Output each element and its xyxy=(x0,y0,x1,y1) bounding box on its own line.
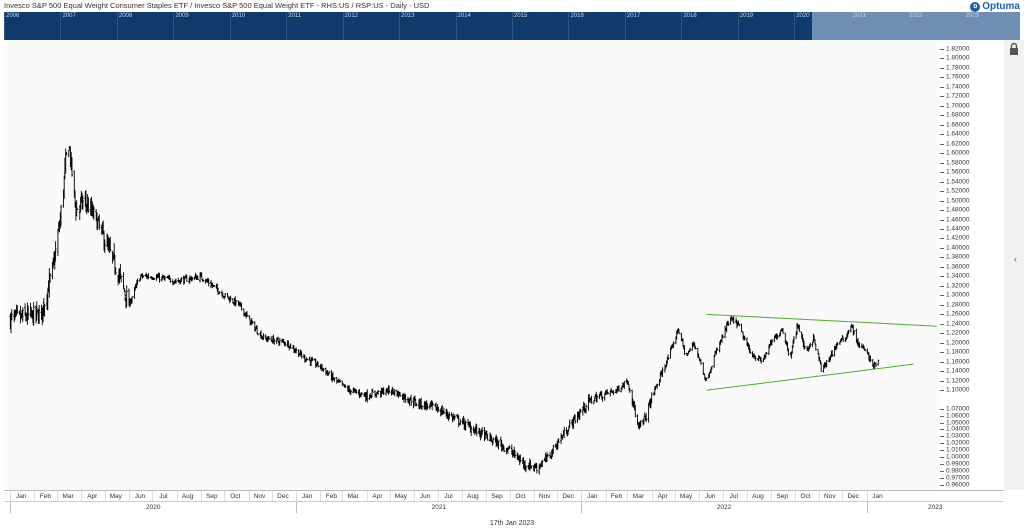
ohlc-bar xyxy=(877,360,879,366)
ohlc-bar xyxy=(257,334,259,336)
ohlc-bar xyxy=(123,272,125,289)
ohlc-bar xyxy=(713,355,715,368)
ohlc-bar xyxy=(814,339,816,343)
lower-trendline[interactable] xyxy=(706,364,913,390)
ohlc-bar xyxy=(684,345,686,355)
ohlc-bar xyxy=(724,326,726,339)
ohlc-bar xyxy=(175,278,177,284)
ohlc-bar xyxy=(702,362,704,374)
ohlc-bar xyxy=(248,315,250,318)
ohlc-bar xyxy=(306,359,308,360)
ohlc-bar xyxy=(815,344,817,351)
ohlc-bar xyxy=(594,397,596,401)
ohlc-bar xyxy=(593,401,595,404)
ohlc-bar xyxy=(374,390,376,397)
ohlc-bar xyxy=(503,447,505,452)
ohlc-bar xyxy=(68,150,70,157)
ohlc-bar xyxy=(787,348,789,356)
price-series xyxy=(9,146,879,475)
ohlc-bar xyxy=(700,359,702,364)
upper-trendline[interactable] xyxy=(706,314,936,326)
ohlc-bar xyxy=(57,229,59,256)
ohlc-bar xyxy=(741,324,743,332)
ohlc-bar xyxy=(232,298,234,303)
price-plot xyxy=(0,0,1024,529)
ohlc-bar xyxy=(875,362,877,367)
ohlc-bar xyxy=(738,324,740,326)
ohlc-bar xyxy=(820,362,822,372)
ohlc-bar xyxy=(458,415,460,427)
